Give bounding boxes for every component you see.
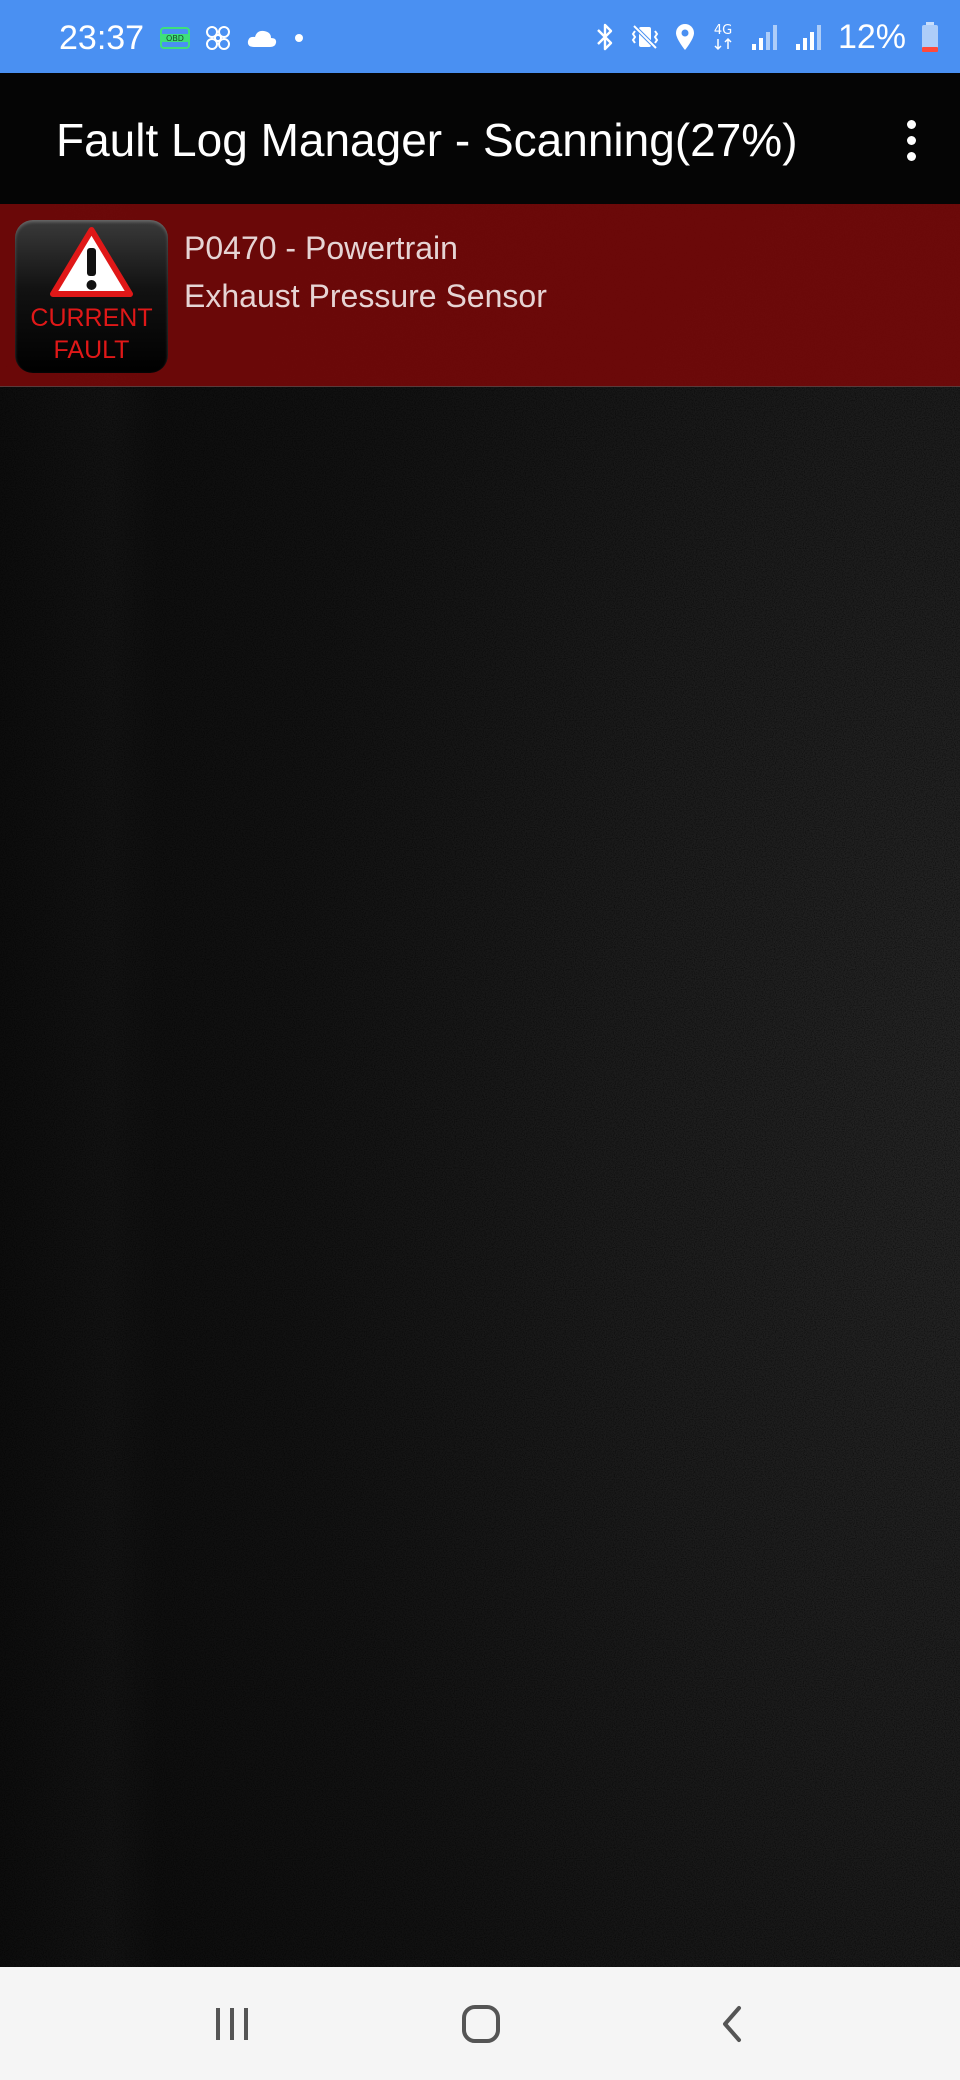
obd-icon-label: OBD bbox=[166, 34, 184, 43]
cloud-icon bbox=[247, 30, 277, 47]
back-icon bbox=[723, 2006, 741, 2042]
fault-row[interactable]: CURRENT FAULT P0470 - Powertrain Exhaust… bbox=[0, 204, 960, 387]
more-vert-icon[interactable] bbox=[886, 112, 936, 168]
menu-dot bbox=[906, 151, 916, 161]
fault-description: Exhaust Pressure Sensor bbox=[184, 278, 547, 314]
navigation-bar bbox=[0, 1967, 960, 2080]
dot-icon bbox=[295, 34, 303, 42]
app-title: Fault Log Manager - Scanning(27%) bbox=[56, 114, 798, 166]
screen: 23:37 OBD 4G 12% Fault Log Manager - Sca… bbox=[0, 0, 960, 2080]
battery-icon bbox=[922, 22, 938, 52]
status-right-icons: 4G 12% bbox=[594, 16, 940, 58]
status-bar: 23:37 OBD 4G 12% bbox=[0, 0, 960, 73]
battery-percent: 12% bbox=[837, 18, 906, 56]
home-icon bbox=[462, 2005, 500, 2043]
obd-icon: OBD bbox=[160, 27, 190, 49]
fault-code-title: P0470 - Powertrain bbox=[184, 230, 458, 266]
fault-list: CURRENT FAULT P0470 - Powertrain Exhaust… bbox=[0, 204, 960, 1967]
current-fault-badge: CURRENT FAULT bbox=[15, 220, 168, 373]
home-button[interactable] bbox=[436, 1989, 526, 2059]
location-icon bbox=[675, 24, 694, 50]
4g-icon: 4G bbox=[714, 23, 732, 51]
menu-dot bbox=[906, 135, 916, 145]
fan-icon bbox=[206, 26, 230, 50]
network-label: 4G bbox=[714, 23, 732, 38]
status-time: 23:37 bbox=[59, 19, 145, 57]
background-texture bbox=[0, 204, 960, 1967]
vibrate-mute-icon bbox=[631, 24, 659, 50]
recent-apps-icon bbox=[216, 2008, 248, 2040]
signal-icon bbox=[751, 25, 777, 50]
back-button[interactable] bbox=[687, 1989, 777, 2059]
status-left-icons: OBD bbox=[160, 18, 306, 58]
badge-label-current: CURRENT bbox=[30, 304, 153, 332]
signal-icon bbox=[795, 25, 821, 50]
menu-dot bbox=[906, 119, 916, 129]
badge-label-fault: FAULT bbox=[53, 336, 130, 364]
recent-apps-button[interactable] bbox=[187, 1989, 277, 2059]
bluetooth-icon bbox=[597, 23, 613, 51]
warning-triangle-icon bbox=[50, 227, 133, 297]
